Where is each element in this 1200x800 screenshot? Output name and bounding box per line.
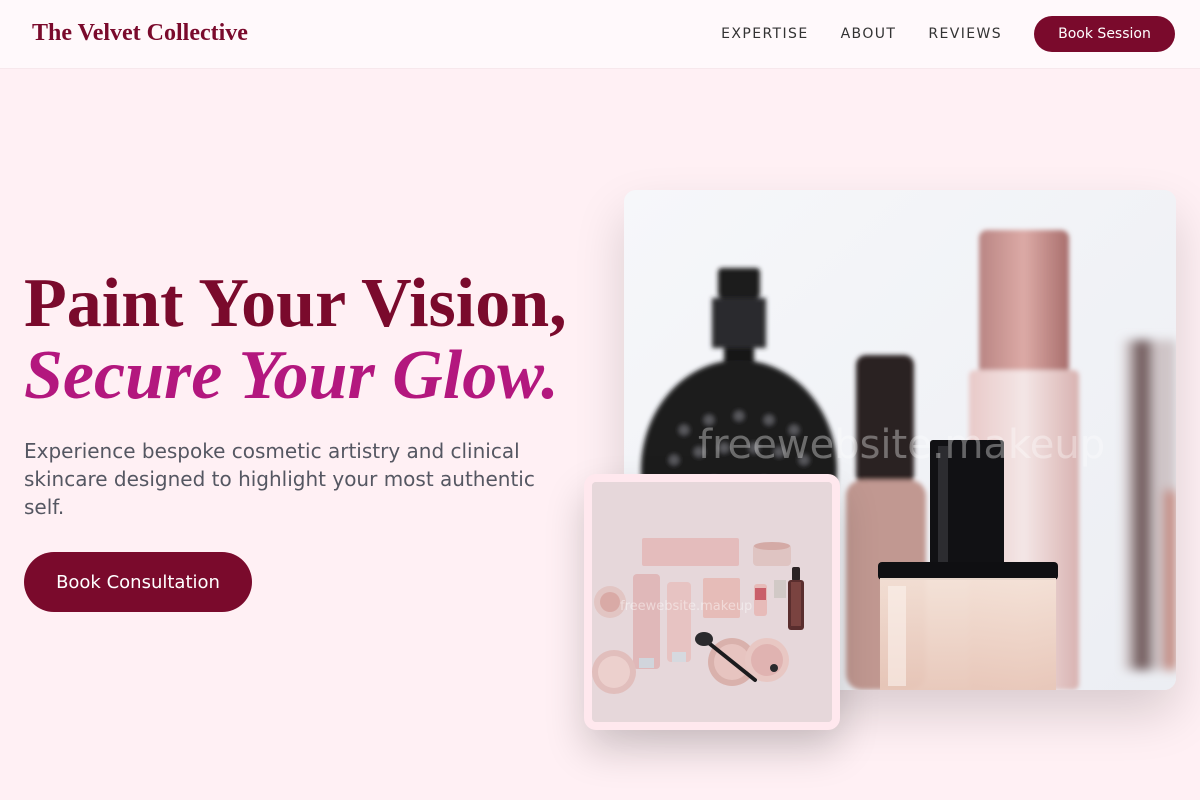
nav-link-about[interactable]: ABOUT bbox=[841, 16, 897, 52]
nav-link-expertise[interactable]: EXPERTISE bbox=[721, 16, 808, 52]
skincare-products-frame: freewebsite.makeup bbox=[592, 482, 832, 722]
navbar: The Velvet Collective EXPERTISE ABOUT RE… bbox=[0, 0, 1200, 68]
book-consultation-button[interactable]: Book Consultation bbox=[24, 552, 252, 612]
skincare-flatlay-illustration: freewebsite.makeup bbox=[592, 482, 832, 722]
inset-image-watermark: freewebsite.makeup bbox=[620, 599, 752, 614]
brand-logo[interactable]: The Velvet Collective bbox=[32, 20, 248, 47]
nav-links: EXPERTISE ABOUT REVIEWS Book Session bbox=[721, 16, 1175, 52]
hero-title-line1: Paint Your Vision, bbox=[24, 265, 567, 342]
book-session-button[interactable]: Book Session bbox=[1034, 16, 1175, 52]
hero-subtitle: Experience bespoke cosmetic artistry and… bbox=[24, 439, 535, 519]
nav-link-reviews[interactable]: REVIEWS bbox=[928, 16, 1002, 52]
hero-title-line2: Secure Your Glow. bbox=[24, 337, 559, 414]
skincare-products-image: freewebsite.makeup bbox=[584, 474, 840, 730]
main-image-watermark: freewebsite.makeup bbox=[698, 422, 1105, 468]
hero-title: Paint Your Vision, Secure Your Glow. bbox=[24, 268, 567, 412]
